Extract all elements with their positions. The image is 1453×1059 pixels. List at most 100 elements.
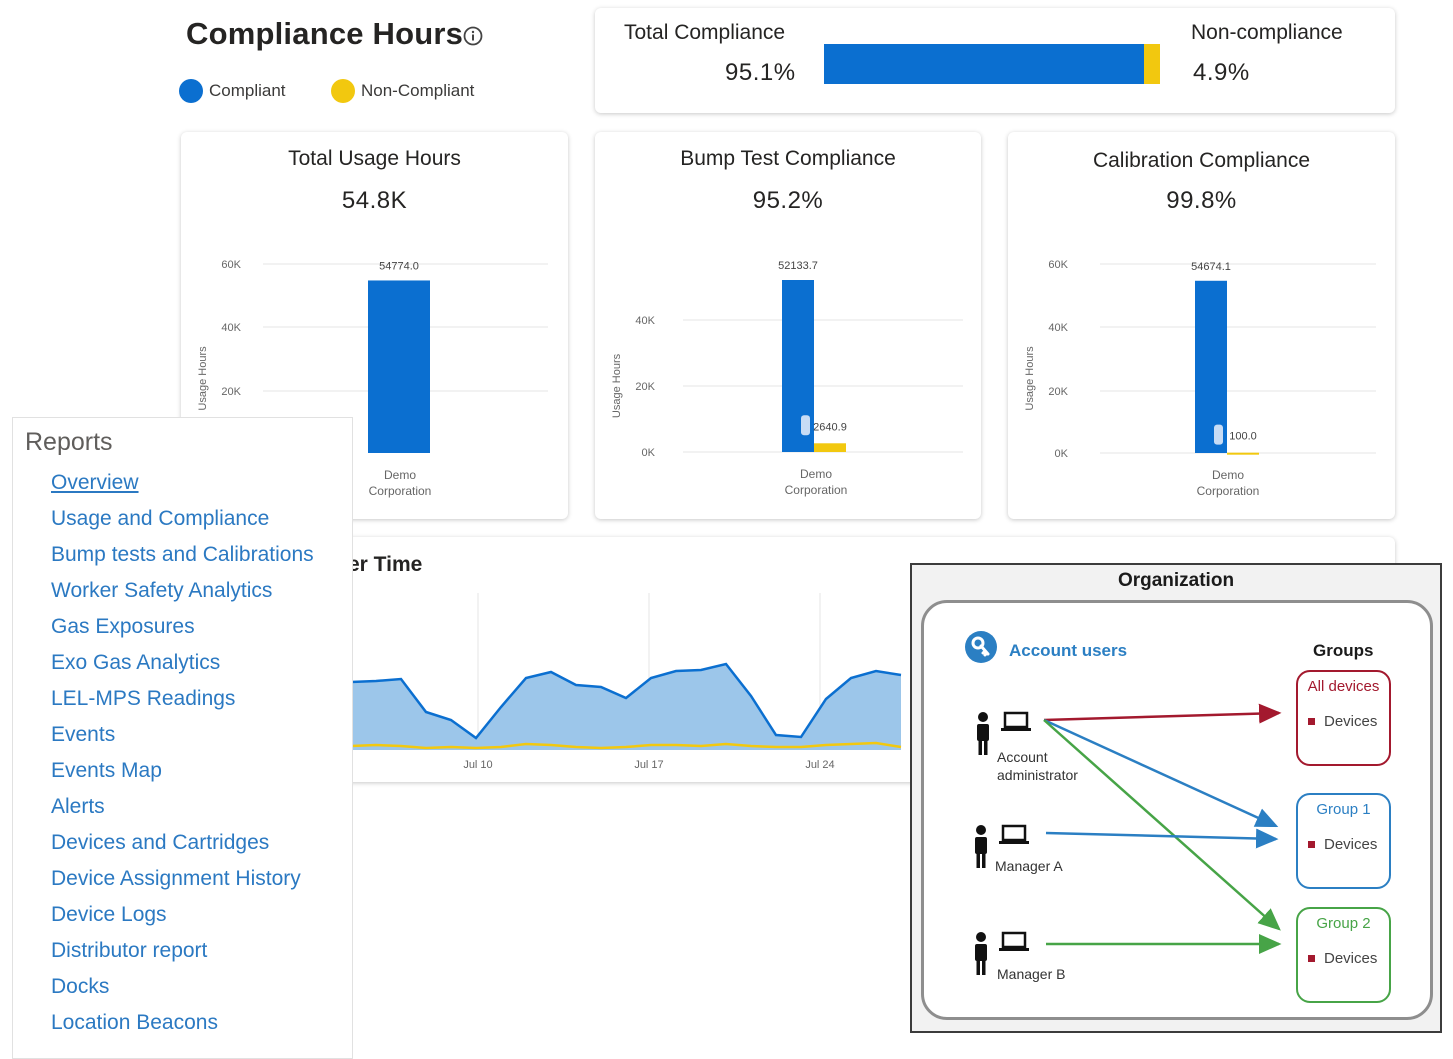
- organization-frame: Account users Groups Account administrat…: [921, 600, 1433, 1020]
- legend-compliant-dot: [179, 79, 203, 103]
- legend-compliant: Compliant: [179, 79, 286, 103]
- report-link-label: Bump tests and Calibrations: [51, 543, 314, 566]
- group-title: All devices: [1307, 678, 1380, 695]
- report-link-worker-safety-analytics[interactable]: Worker Safety Analytics: [51, 576, 314, 612]
- y-tick-label: 20K: [1048, 386, 1068, 398]
- report-link-events[interactable]: Events: [51, 720, 314, 756]
- report-link-events-map[interactable]: Events Map: [51, 756, 314, 792]
- data-label: 54774.0: [379, 260, 419, 272]
- bar-noncompliant: [814, 443, 846, 452]
- report-link-lel-mps-readings[interactable]: LEL-MPS Readings: [51, 684, 314, 720]
- device-bullet-icon: [1308, 955, 1315, 962]
- x-category-label-line2: Corporation: [369, 484, 432, 498]
- device-bullet-icon: [1308, 718, 1315, 725]
- report-link-label: Events: [51, 723, 116, 746]
- y-tick-label: 60K: [221, 259, 241, 271]
- legend-compliant-label: Compliant: [209, 81, 286, 100]
- reports-title: Reports: [25, 428, 113, 456]
- x-category-label-line1: Demo: [384, 468, 416, 482]
- group-item-label: Devices: [1324, 713, 1378, 730]
- bump-test-card: Bump Test Compliance 95.2% 40K 20K 0K Usage…: [595, 132, 981, 519]
- group-item: Devices: [1308, 950, 1377, 967]
- role-label-admin: Account administrator: [997, 749, 1078, 783]
- x-category-label-line2: Corporation: [785, 483, 848, 497]
- bar-compliant: [368, 280, 430, 453]
- page-title: Compliance Hours: [186, 16, 464, 51]
- report-link-device-assignment-history[interactable]: Device Assignment History: [51, 864, 314, 900]
- bar-noncompliant: [1227, 452, 1259, 455]
- x-tick-label: Jul 10: [463, 759, 492, 771]
- group-all-devices: All devices Devices: [1296, 670, 1391, 766]
- arrow-admin-to-all-devices: [1043, 703, 1282, 724]
- data-label: 52133.7: [778, 260, 818, 272]
- group-item: Devices: [1308, 713, 1377, 730]
- report-link-usage-and-compliance[interactable]: Usage and Compliance: [51, 504, 314, 540]
- report-link-exo-gas-analytics[interactable]: Exo Gas Analytics: [51, 648, 314, 684]
- group-title: Group 2: [1316, 915, 1371, 932]
- role-label-manager-a: Manager A: [995, 858, 1063, 874]
- total-compliance-label: Total Compliance: [624, 21, 786, 44]
- legend-noncompliant: Non-Compliant: [331, 79, 475, 103]
- legend-noncompliant-dot: [331, 79, 355, 103]
- x-category-label-line2: Corporation: [1197, 484, 1260, 498]
- report-link-docks[interactable]: Docks: [51, 972, 314, 1008]
- non-compliance-label: Non-compliance: [1191, 21, 1343, 44]
- report-link-devices-and-cartridges[interactable]: Devices and Cartridges: [51, 828, 314, 864]
- report-link-device-logs[interactable]: Device Logs: [51, 900, 314, 936]
- report-link-bump-tests-and-calibrations[interactable]: Bump tests and Calibrations: [51, 540, 314, 576]
- report-link-label: Device Assignment History: [51, 867, 301, 890]
- compliance-bar: [824, 44, 1160, 84]
- non-compliance-value: 4.9%: [1193, 59, 1250, 86]
- calibration-card: Calibration Compliance 99.8% 60K 40K 20K 0K…: [1008, 132, 1395, 519]
- report-link-distributor-report[interactable]: Distributor report: [51, 936, 314, 972]
- x-category-label-line1: Demo: [1212, 468, 1244, 482]
- y-tick-label: 20K: [635, 381, 655, 393]
- area-compliant: [351, 664, 901, 750]
- reports-panel: Reports Overview Usage and Compliance Bu…: [12, 417, 353, 1059]
- data-label: 100.0: [1229, 431, 1257, 443]
- y-axis-label: Usage Hours: [197, 346, 209, 411]
- x-category-label-line1: Demo: [800, 467, 832, 481]
- data-label-badge: [1214, 424, 1223, 445]
- report-link-label: Usage and Compliance: [51, 507, 270, 530]
- arrow-manager-a-to-group1: [1045, 828, 1279, 849]
- report-link-label: Overview: [51, 471, 139, 494]
- y-tick-label: 40K: [635, 315, 655, 327]
- y-tick-label: 20K: [221, 386, 241, 398]
- y-tick-label: 0K: [1055, 448, 1069, 460]
- report-link-alerts[interactable]: Alerts: [51, 792, 314, 828]
- data-label-badge: [801, 415, 810, 436]
- report-link-label: Device Logs: [51, 903, 167, 926]
- report-link-label: Alerts: [51, 795, 105, 818]
- y-tick-label: 40K: [221, 322, 241, 334]
- group-item-label: Devices: [1324, 836, 1378, 853]
- x-tick-label: Jul 24: [805, 759, 834, 771]
- report-link-gas-exposures[interactable]: Gas Exposures: [51, 612, 314, 648]
- report-link-overview[interactable]: Overview: [51, 468, 314, 504]
- report-link-label: Location Beacons: [51, 1011, 218, 1034]
- y-tick-label: 0K: [642, 447, 656, 459]
- manager-a-person-icon: [975, 824, 1029, 868]
- group-item: Devices: [1308, 836, 1377, 853]
- y-axis-label: Usage Hours: [611, 353, 623, 418]
- group-2: Group 2 Devices: [1296, 907, 1391, 1003]
- legend-noncompliant-label: Non-Compliant: [361, 81, 475, 100]
- bump-test-chart: 40K 20K 0K Usage Hours 52133.7 2640.9 Demo Corp…: [611, 260, 963, 497]
- report-link-label: Docks: [51, 975, 110, 998]
- info-icon[interactable]: [463, 26, 483, 46]
- compliance-bar-fill: [824, 44, 1144, 84]
- device-bullet-icon: [1308, 841, 1315, 848]
- report-link-label: Devices and Cartridges: [51, 831, 270, 854]
- report-link-label: Exo Gas Analytics: [51, 651, 221, 674]
- reports-list: Overview Usage and Compliance Bump tests…: [51, 468, 314, 1044]
- report-link-label: Events Map: [51, 759, 162, 782]
- organization-diagram: Organization Account users Groups Accoun…: [910, 563, 1442, 1033]
- role-label-manager-b: Manager B: [997, 966, 1066, 982]
- group-item-label: Devices: [1324, 950, 1378, 967]
- calibration-chart: 60K 40K 20K 0K Usage Hours 54674.1 100.0 Demo Co…: [1024, 259, 1376, 498]
- data-label: 2640.9: [813, 421, 847, 433]
- report-link-location-beacons[interactable]: Location Beacons: [51, 1008, 314, 1044]
- report-link-label: Distributor report: [51, 939, 208, 962]
- total-compliance-value: 95.1%: [725, 59, 796, 86]
- report-link-label: Worker Safety Analytics: [51, 579, 273, 602]
